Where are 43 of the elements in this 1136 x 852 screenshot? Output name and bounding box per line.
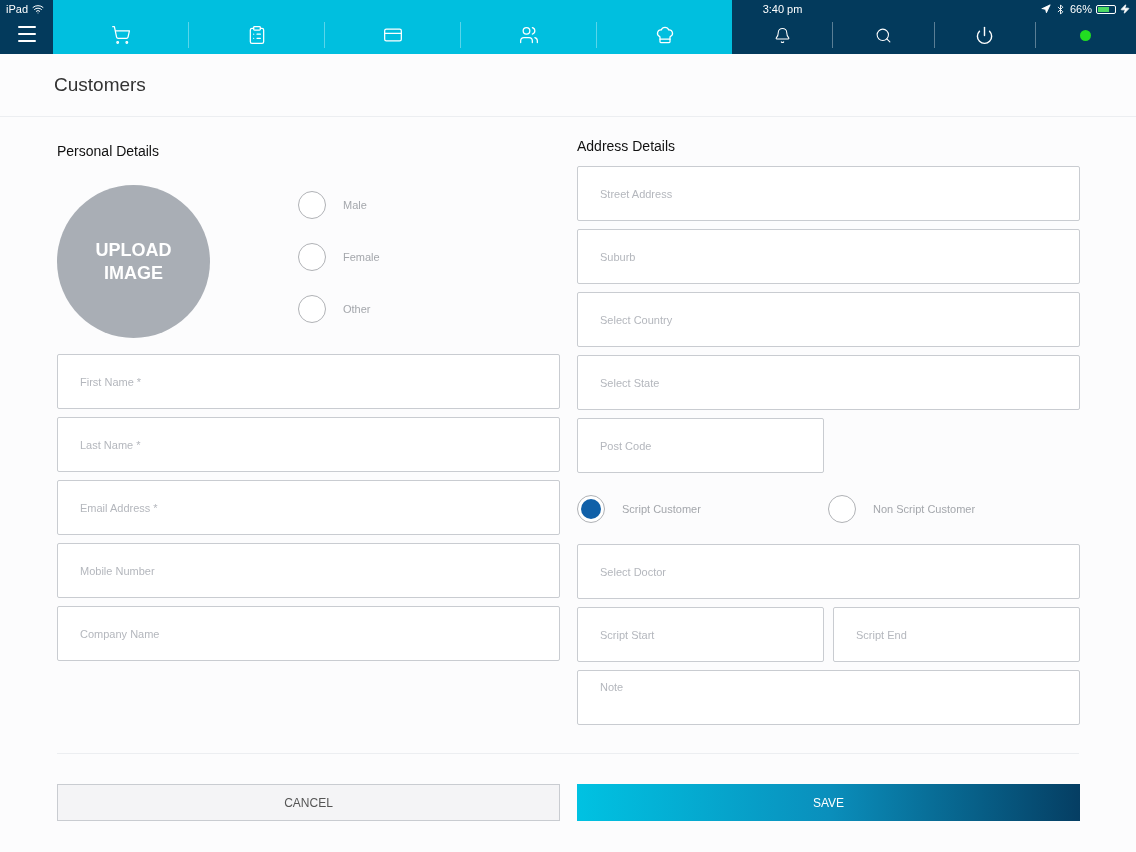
input-field[interactable]: First Name * <box>57 354 560 409</box>
save-button[interactable]: SAVE <box>577 784 1080 821</box>
radio-label: Male <box>343 199 367 211</box>
power-icon[interactable] <box>975 25 995 45</box>
cart-icon[interactable] <box>110 25 131 45</box>
input-field[interactable]: Email Address * <box>57 480 560 535</box>
input-field[interactable]: Script End <box>833 607 1080 662</box>
battery-icon <box>1096 4 1116 14</box>
wifi-icon <box>32 3 45 15</box>
input-field[interactable]: Script Start <box>577 607 824 662</box>
input-field[interactable]: Suburb <box>577 229 1080 284</box>
people-icon[interactable] <box>518 25 539 45</box>
radio-button[interactable] <box>828 494 856 523</box>
search-icon[interactable] <box>874 26 892 44</box>
battery-percent: 66% <box>1069 3 1092 15</box>
radio-button[interactable] <box>577 494 605 523</box>
input-field[interactable]: Company Name <box>57 606 560 661</box>
radio-button[interactable] <box>298 191 326 219</box>
bell-icon[interactable] <box>773 26 791 44</box>
radio-label: Other <box>343 303 371 315</box>
upload-image-button[interactable]: UPLOAD IMAGE <box>57 185 210 338</box>
page-title: Customers <box>54 74 146 96</box>
radio-label: Non Script Customer <box>873 502 976 515</box>
charging-icon <box>1120 4 1130 14</box>
radio-label: Script Customer <box>622 502 701 515</box>
radio-button[interactable] <box>298 295 326 323</box>
location-icon <box>1040 4 1051 14</box>
note-field[interactable]: Note <box>577 670 1080 725</box>
chef-hat-icon[interactable] <box>654 25 675 45</box>
input-field[interactable]: Street Address <box>577 166 1080 221</box>
clock: 3:40 pm <box>762 3 803 15</box>
section-heading: Address Details <box>577 138 677 154</box>
input-field[interactable]: Mobile Number <box>57 543 560 598</box>
input-field[interactable]: Select Country <box>577 292 1080 347</box>
input-field[interactable]: Last Name * <box>57 417 560 472</box>
device-name: iPad <box>6 3 29 15</box>
input-field[interactable]: Select Doctor <box>577 544 1080 599</box>
section-heading: Personal Details <box>57 143 160 159</box>
cancel-button[interactable]: CANCEL <box>57 784 560 821</box>
input-field[interactable]: Select State <box>577 355 1080 410</box>
radio-button[interactable] <box>298 243 326 271</box>
radio-label: Female <box>343 251 380 263</box>
input-field[interactable]: Post Code <box>577 418 824 473</box>
